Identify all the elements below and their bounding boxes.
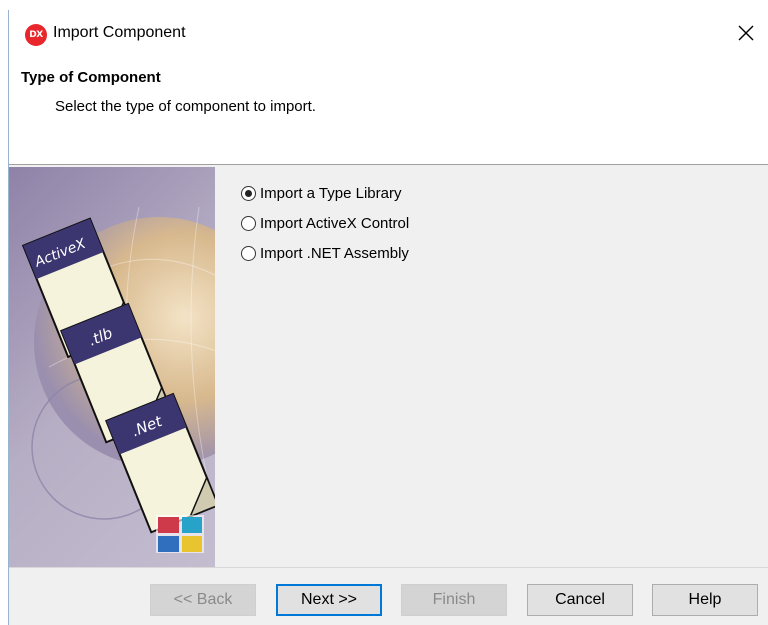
- next-button[interactable]: Next >>: [276, 584, 382, 616]
- import-component-dialog: DX Import Component Type of Component Se…: [8, 10, 768, 625]
- radio-type-library[interactable]: [241, 185, 256, 201]
- footer-divider: [9, 567, 768, 568]
- finish-button[interactable]: Finish: [401, 584, 507, 616]
- illustration-graphic: ActiveX .tlb .Net: [21, 206, 215, 553]
- title-bar: DX Import Component: [9, 10, 768, 60]
- option-net-assembly[interactable]: Import .NET Assembly: [231, 238, 751, 268]
- cancel-button[interactable]: Cancel: [527, 584, 633, 616]
- window-title: Import Component: [53, 24, 186, 41]
- option-type-library[interactable]: Import a Type Library: [231, 178, 751, 208]
- wizard-header: Type of Component Select the type of com…: [9, 60, 768, 165]
- option-activex-control[interactable]: Import ActiveX Control: [231, 208, 751, 238]
- page-subtitle: Select the type of component to import.: [55, 98, 316, 115]
- page-title: Type of Component: [21, 69, 161, 86]
- close-icon: [738, 25, 754, 41]
- radio-net-assembly[interactable]: [241, 245, 256, 261]
- close-button[interactable]: [723, 10, 768, 56]
- option-label: Import .NET Assembly: [260, 244, 409, 262]
- wizard-illustration: ActiveX .tlb .Net: [9, 167, 215, 567]
- radio-activex-control[interactable]: [241, 215, 256, 231]
- option-label: Import ActiveX Control: [260, 214, 410, 232]
- help-button[interactable]: Help: [652, 584, 758, 616]
- component-type-options: Import a Type Library Import ActiveX Con…: [231, 178, 751, 268]
- colored-squares-logo-icon: [156, 515, 204, 553]
- option-label: Import a Type Library: [260, 184, 402, 202]
- back-button[interactable]: << Back: [150, 584, 256, 616]
- app-logo-icon: DX: [25, 24, 47, 46]
